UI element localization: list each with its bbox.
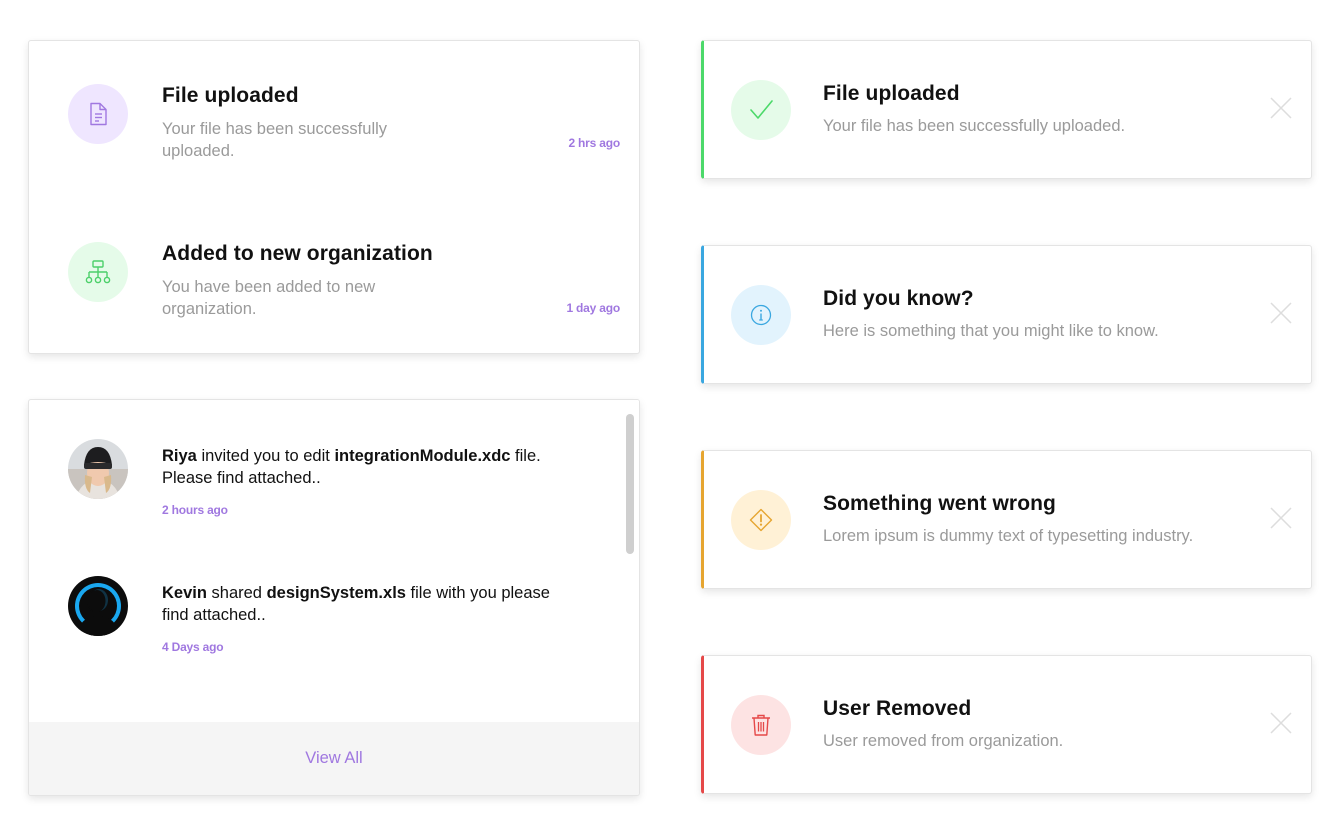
message-action: invited you to edit <box>196 447 335 465</box>
close-icon[interactable] <box>1269 301 1293 325</box>
close-icon[interactable] <box>1269 96 1293 120</box>
toast-error: User Removed User removed from organizat… <box>701 655 1312 794</box>
toast-message: Here is something that you might like to… <box>823 322 1159 340</box>
message-action: shared <box>206 584 267 602</box>
warning-icon <box>731 490 791 550</box>
document-icon <box>68 84 128 144</box>
info-icon <box>731 285 791 345</box>
toast-message: User removed from organization. <box>823 732 1064 750</box>
avatar-riya <box>68 439 128 499</box>
activity-title: Added to new organization <box>162 242 433 265</box>
message-time: 4 Days ago <box>162 640 224 654</box>
activity-notifications-card: File uploaded Your file has been success… <box>28 40 640 354</box>
message-item-riya[interactable]: Riya invited you to edit integrationModu… <box>29 439 619 539</box>
activity-description: Your file has been successfully uploaded… <box>162 120 388 160</box>
trash-icon <box>731 695 791 755</box>
message-text: Kevin shared designSystem.xls file with … <box>162 582 552 626</box>
message-user: Kevin <box>162 584 207 602</box>
toast-message: Your file has been successfully uploaded… <box>823 117 1126 135</box>
view-all-link[interactable]: View All <box>305 749 362 768</box>
activity-title: File uploaded <box>162 84 299 107</box>
activity-description: You have been added to new organization. <box>162 278 376 318</box>
check-icon <box>731 80 791 140</box>
organization-icon <box>68 242 128 302</box>
message-time: 2 hours ago <box>162 503 228 517</box>
scrollbar-track[interactable] <box>621 400 639 723</box>
activity-time: 1 day ago <box>566 301 620 315</box>
message-file[interactable]: designSystem.xls <box>267 584 406 602</box>
toast-title: Something went wrong <box>823 492 1056 515</box>
toast-info: Did you know? Here is something that you… <box>701 245 1312 384</box>
message-notifications-card: Riya invited you to edit integrationModu… <box>28 399 640 796</box>
toast-warning: Something went wrong Lorem ipsum is dumm… <box>701 450 1312 589</box>
view-all-footer: View All <box>29 722 639 795</box>
message-user: Riya <box>162 447 197 465</box>
message-item-kevin[interactable]: Kevin shared designSystem.xls file with … <box>29 576 619 676</box>
toast-message: Lorem ipsum is dummy text of typesetting… <box>823 527 1194 545</box>
toast-title: File uploaded <box>823 82 960 105</box>
toast-title: User Removed <box>823 697 972 720</box>
toast-success: File uploaded Your file has been success… <box>701 40 1312 179</box>
activity-item-file-uploaded[interactable]: File uploaded Your file has been success… <box>29 84 639 194</box>
avatar-kevin <box>68 576 128 636</box>
activity-item-added-to-organization[interactable]: Added to new organization You have been … <box>29 242 639 352</box>
message-file[interactable]: integrationModule.xdc <box>334 447 510 465</box>
activity-time: 2 hrs ago <box>568 136 620 150</box>
message-text: Riya invited you to edit integrationModu… <box>162 445 552 489</box>
close-icon[interactable] <box>1269 506 1293 530</box>
toast-title: Did you know? <box>823 287 974 310</box>
scrollbar-thumb[interactable] <box>626 414 634 554</box>
close-icon[interactable] <box>1269 711 1293 735</box>
